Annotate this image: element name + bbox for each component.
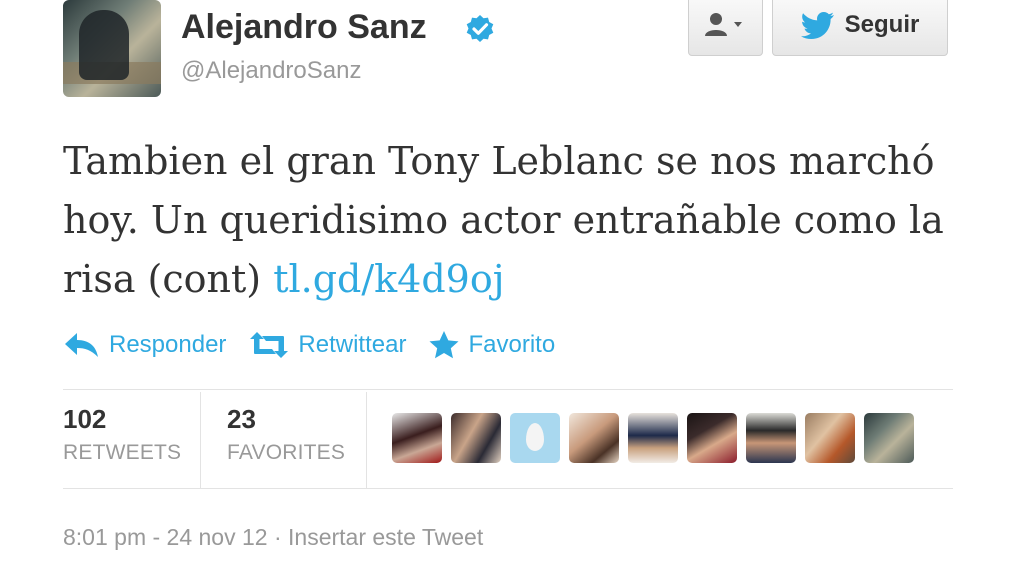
stat-separator xyxy=(200,392,201,488)
favorite-label: Favorito xyxy=(468,331,556,358)
tweet-footer: 8:01 pm - 24 nov 12 · Insertar este Twee… xyxy=(63,524,483,551)
retweets-count: 102 xyxy=(63,404,107,434)
verified-check-icon xyxy=(466,15,494,42)
profile-avatar[interactable] xyxy=(63,0,161,97)
tweet-link[interactable]: tl.gd/k4d9oj xyxy=(273,257,504,301)
embed-tweet-link[interactable]: Insertar este Tweet xyxy=(288,524,483,550)
user-avatar[interactable] xyxy=(864,413,914,463)
tweet-timestamp[interactable]: 8:01 pm - 24 nov 12 xyxy=(63,524,268,550)
user-avatar[interactable] xyxy=(392,413,442,463)
footer-separator: · xyxy=(267,524,289,550)
divider-top xyxy=(63,389,953,390)
favorites-stat[interactable]: 23 FAVORITES xyxy=(227,404,345,465)
star-icon xyxy=(429,331,459,359)
follow-label: Seguir xyxy=(844,11,920,38)
user-dropdown-icon xyxy=(704,13,742,36)
follow-button[interactable]: Seguir xyxy=(772,0,948,56)
egg-icon xyxy=(526,423,544,451)
reply-label: Responder xyxy=(109,331,227,358)
tweet-actions: Responder Retwittear Favorito xyxy=(63,330,577,360)
favorites-label: FAVORITES xyxy=(227,441,346,464)
user-avatar[interactable] xyxy=(569,413,619,463)
user-avatar[interactable] xyxy=(451,413,501,463)
user-avatar[interactable] xyxy=(746,413,796,463)
user-avatar[interactable] xyxy=(687,413,737,463)
user-name[interactable]: Alejandro Sanz xyxy=(181,8,427,47)
reply-icon xyxy=(65,333,98,357)
twitter-bird-icon xyxy=(800,12,834,39)
retweet-label: Retwittear xyxy=(298,331,407,358)
tweet-text: Tambien el gran Tony Leblanc se nos marc… xyxy=(63,132,963,309)
divider-bottom xyxy=(63,488,953,489)
retweets-stat[interactable]: 102 RETWEETS xyxy=(63,404,181,465)
user-avatar[interactable] xyxy=(805,413,855,463)
reply-button[interactable]: Responder xyxy=(63,331,226,359)
avatar-figure xyxy=(79,10,129,80)
favorites-count: 23 xyxy=(227,404,256,434)
default-egg-avatar[interactable] xyxy=(510,413,560,463)
user-avatar[interactable] xyxy=(628,413,678,463)
user-handle[interactable]: @AlejandroSanz xyxy=(181,57,361,85)
retweet-button[interactable]: Retwittear xyxy=(248,331,406,359)
favoriters-avatars xyxy=(392,413,914,463)
user-actions-button[interactable] xyxy=(688,0,763,56)
retweets-label: RETWEETS xyxy=(63,441,182,464)
stat-separator xyxy=(366,392,367,488)
retweet-icon xyxy=(250,332,289,358)
favorite-button[interactable]: Favorito xyxy=(428,330,555,360)
